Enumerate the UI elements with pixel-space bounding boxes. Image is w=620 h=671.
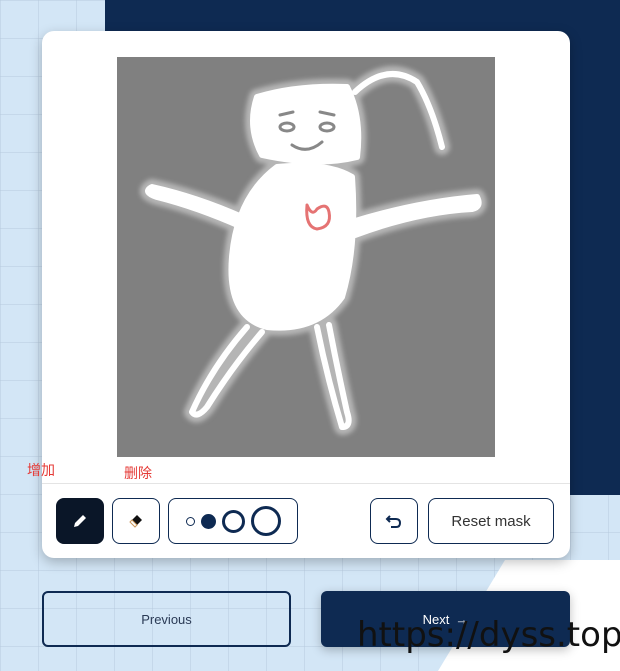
watermark: https://dyss.top: [357, 615, 620, 655]
draw-tool-button[interactable]: [56, 498, 104, 544]
stick-figure-drawing: [140, 66, 487, 435]
eraser-icon: [129, 515, 142, 528]
add-annotation-label: 增加: [27, 462, 55, 478]
drawing-canvas[interactable]: [117, 57, 495, 457]
brush-size-xs[interactable]: [185, 516, 195, 526]
undo-icon: [385, 515, 402, 528]
undo-button[interactable]: [370, 498, 418, 544]
mask-editor-card: Reset mask: [42, 31, 570, 558]
delete-annotation-label: 删除: [124, 465, 152, 481]
reset-mask-button[interactable]: Reset mask: [428, 498, 554, 544]
mask-toolbar: Reset mask: [42, 483, 570, 559]
pencil-icon: [74, 515, 86, 527]
brush-size-l[interactable]: [250, 506, 281, 536]
brush-size-s[interactable]: [200, 513, 216, 529]
brush-size-m[interactable]: [221, 509, 245, 533]
erase-tool-button[interactable]: [112, 498, 160, 544]
previous-button[interactable]: Previous: [42, 591, 291, 647]
brush-size-selector: [168, 498, 298, 544]
